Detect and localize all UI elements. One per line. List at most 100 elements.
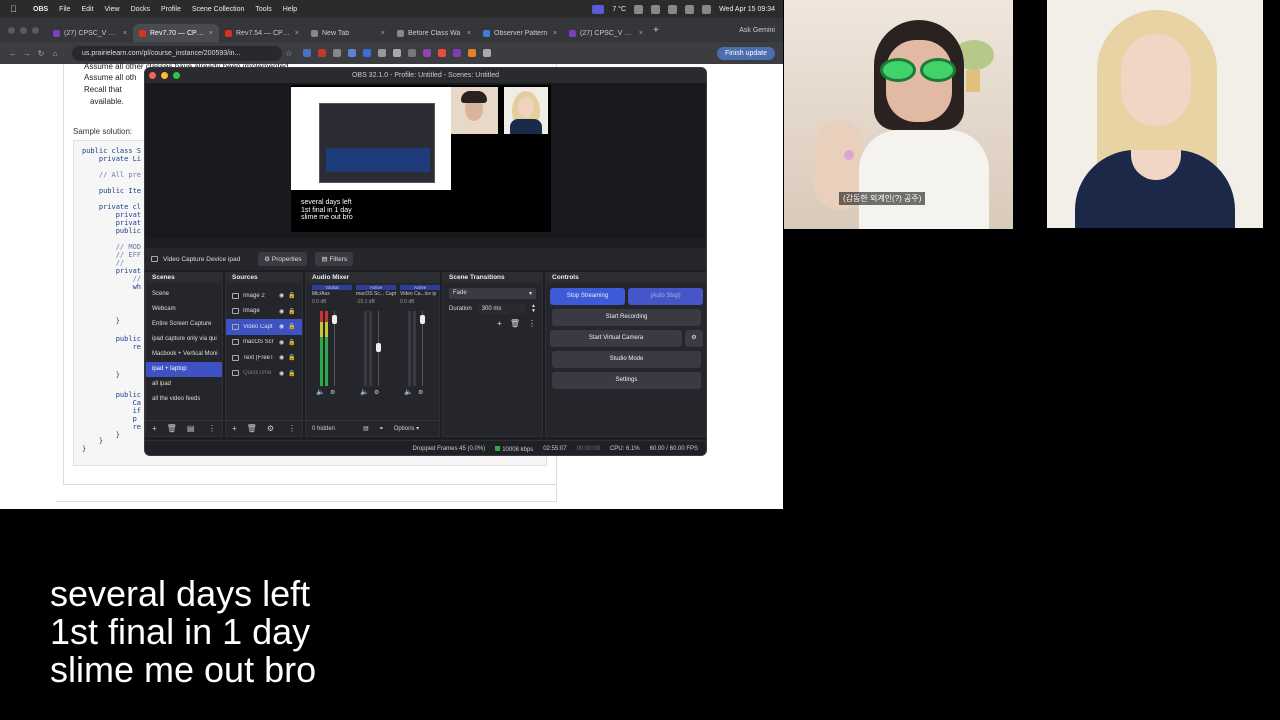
obs-preview[interactable]: several days left 1st final in 1 day sli… <box>145 83 706 238</box>
lock-icon[interactable]: 🔒 <box>288 292 295 299</box>
extension-icon[interactable] <box>438 49 446 57</box>
extension-icon[interactable] <box>453 49 461 57</box>
menu-profile[interactable]: Profile <box>161 6 181 13</box>
studio-mode-button[interactable]: Studio Mode <box>552 351 701 368</box>
browser-tab[interactable]: (27) CPSC_V 210 × <box>563 24 649 42</box>
extension-icon[interactable] <box>483 49 491 57</box>
mute-speaker-icon[interactable]: 🔈 <box>360 388 369 396</box>
url-bar[interactable]: us.prairielearn.com/pl/course_instance/2… <box>72 45 282 61</box>
home-icon[interactable]: ⌂ <box>48 49 62 58</box>
stop-streaming-button[interactable]: Stop Streaming <box>550 288 625 305</box>
volume-fader[interactable] <box>376 342 381 352</box>
channel-settings-icon[interactable]: ⚙ <box>330 389 335 396</box>
close-icon[interactable]: × <box>123 30 127 37</box>
add-icon[interactable]: + <box>152 424 157 433</box>
visibility-eye-icon[interactable]: ◉ <box>279 339 284 346</box>
volume-fader[interactable] <box>332 314 337 324</box>
menu-docks[interactable]: Docks <box>131 6 150 13</box>
mute-speaker-icon[interactable]: 🔈 <box>316 388 325 396</box>
clock[interactable]: Wed Apr 15 09:34 <box>719 6 775 13</box>
layout-icon[interactable]: ▤ <box>363 425 369 432</box>
menu-scene-collection[interactable]: Scene Collection <box>192 6 245 13</box>
apple-icon[interactable]:  <box>10 4 22 14</box>
scene-item[interactable]: Webcam <box>146 302 222 317</box>
transition-select[interactable]: Fade ▾ <box>449 288 536 299</box>
screen-record-icon[interactable] <box>592 4 605 14</box>
mute-speaker-icon[interactable]: 🔈 <box>404 388 413 396</box>
menu-file[interactable]: File <box>59 6 70 13</box>
visibility-eye-icon[interactable]: ◉ <box>279 370 284 377</box>
finish-update-button[interactable]: Finish update <box>716 46 775 60</box>
link-icon[interactable]: ⚭ <box>379 425 384 432</box>
lock-icon[interactable]: 🔒 <box>288 339 295 346</box>
new-tab-icon[interactable]: + <box>653 25 659 36</box>
visibility-eye-icon[interactable]: ◉ <box>279 308 284 315</box>
status-icon[interactable] <box>634 4 644 14</box>
gear-icon[interactable]: ⚙ <box>685 330 703 347</box>
add-icon[interactable]: + <box>497 319 502 328</box>
window-controls[interactable] <box>8 26 39 34</box>
extension-icon[interactable] <box>318 49 326 57</box>
source-item[interactable]: macOS Scr ◉ 🔒 <box>226 335 302 351</box>
close-icon[interactable]: × <box>553 30 557 37</box>
channel-settings-icon[interactable]: ⚙ <box>418 389 423 396</box>
window-controls[interactable] <box>149 72 180 79</box>
auto-stop-button[interactable]: (Auto Stop) <box>628 288 703 305</box>
close-icon[interactable]: × <box>467 30 471 37</box>
gear-icon[interactable]: ⚙ <box>267 424 274 433</box>
more-icon[interactable]: ⋮ <box>288 424 296 433</box>
close-icon[interactable]: × <box>295 30 299 37</box>
extension-icon[interactable] <box>348 49 356 57</box>
close-icon[interactable]: × <box>639 30 643 37</box>
browser-tab[interactable]: (27) CPSC_V 210 × <box>47 24 133 42</box>
weather-temp[interactable]: 7 °C <box>612 6 626 13</box>
filters-button[interactable]: ▤ Filters <box>315 252 354 266</box>
trash-icon[interactable]: 🗑 <box>167 424 177 433</box>
start-virtual-camera-button[interactable]: Start Virtual Camera <box>550 330 682 347</box>
close-icon[interactable]: × <box>381 30 385 37</box>
bookmark-star-icon[interactable]: ☆ <box>282 49 296 58</box>
browser-tab[interactable]: Rev7.54 — CPSC × <box>219 24 305 42</box>
lock-icon[interactable]: 🔒 <box>288 323 295 330</box>
lock-icon[interactable]: 🔒 <box>288 308 295 315</box>
extension-icon[interactable] <box>408 49 416 57</box>
filter-icon[interactable]: ▤ <box>187 424 195 433</box>
options-button[interactable]: Options ▾ <box>394 425 419 432</box>
source-item[interactable]: Image ◉ 🔒 <box>226 304 302 320</box>
control-center-icon[interactable] <box>702 4 712 14</box>
trash-icon[interactable]: 🗑 <box>510 319 520 328</box>
extension-icon[interactable] <box>303 49 311 57</box>
reload-icon[interactable]: ↻ <box>34 49 48 58</box>
browser-tab[interactable]: Before Class Wa × <box>391 24 477 42</box>
status-icon[interactable] <box>651 4 661 14</box>
extension-icon[interactable] <box>378 49 386 57</box>
more-icon[interactable]: ⋮ <box>208 424 216 433</box>
visibility-eye-icon[interactable]: ◉ <box>279 323 284 330</box>
menu-edit[interactable]: Edit <box>81 6 93 13</box>
menu-tools[interactable]: Tools <box>255 6 271 13</box>
search-icon[interactable] <box>685 4 695 14</box>
extension-icon[interactable] <box>468 49 476 57</box>
settings-button[interactable]: Settings <box>552 372 701 389</box>
forward-icon[interactable]: → <box>20 49 34 58</box>
scene-item[interactable]: ipad capture only via qui <box>146 332 222 347</box>
menu-help[interactable]: Help <box>283 6 297 13</box>
extension-icon[interactable] <box>363 49 371 57</box>
back-icon[interactable]: ← <box>6 49 20 58</box>
browser-tab[interactable]: New Tab × <box>305 24 391 42</box>
scene-item[interactable]: ipad + laptop <box>146 362 222 377</box>
preview-canvas[interactable]: several days left 1st final in 1 day sli… <box>291 85 551 232</box>
visibility-eye-icon[interactable]: ◉ <box>279 354 284 361</box>
scene-item[interactable]: Macbook + Vertical Moni <box>146 347 222 362</box>
more-icon[interactable]: ⋮ <box>528 319 536 328</box>
browser-tab[interactable]: Observer Pattern × <box>477 24 563 42</box>
trash-icon[interactable]: 🗑 <box>247 424 257 433</box>
menu-app-name[interactable]: OBS <box>33 6 48 13</box>
menu-view[interactable]: View <box>105 6 120 13</box>
properties-button[interactable]: ⚙ Properties <box>258 252 308 266</box>
scene-item[interactable]: all the video feeds <box>146 392 222 407</box>
source-item[interactable]: Video Capt ◉ 🔒 <box>226 319 302 335</box>
lock-icon[interactable]: 🔒 <box>288 370 295 377</box>
extension-icon[interactable] <box>333 49 341 57</box>
start-recording-button[interactable]: Start Recording <box>552 309 701 326</box>
